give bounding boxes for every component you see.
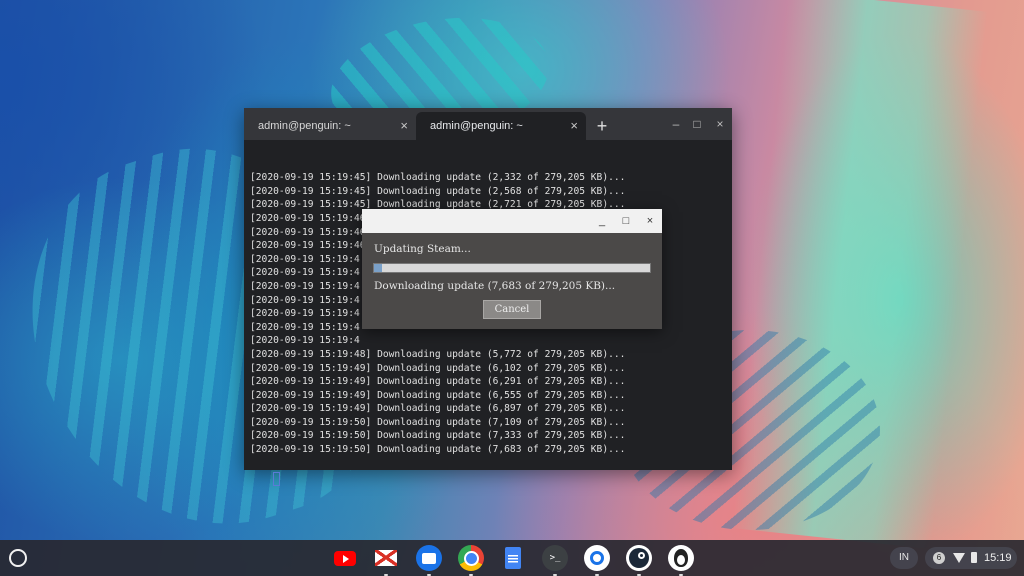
input-method-indicator[interactable]: IN [890,547,918,569]
update-progress-bar [373,263,651,273]
dialog-heading: Updating Steam... [374,243,471,255]
terminal-line: [2020-09-19 15:19:50] Downloading update… [250,416,626,428]
terminal-icon[interactable]: >_ [542,545,568,576]
steam-icon[interactable] [626,545,652,576]
dialog-status: Downloading update (7,683 of 279,205 KB)… [374,280,616,292]
clock: 15:19 [984,552,1012,564]
notification-count: 6 [933,552,945,564]
tab-label: admin@penguin: ~ [430,120,523,132]
close-button[interactable]: × [710,116,730,132]
dialog-minimize-button[interactable]: _ [594,213,610,229]
gmail-icon[interactable] [373,545,399,576]
launcher-button[interactable] [9,549,27,567]
dialog-body: Updating Steam... Downloading update (7,… [362,233,662,329]
status-tray[interactable]: 6 15:19 [925,547,1017,569]
terminal-line: [2020-09-19 15:19:45] Downloading update… [250,172,626,184]
cancel-button[interactable]: Cancel [483,300,541,319]
terminal-glyph: >_ [549,553,561,563]
new-tab-button[interactable]: + [592,112,612,140]
wallpaper-trunk [732,0,988,549]
terminal-line: [2020-09-19 15:19:49] Downloading update… [250,362,626,374]
youtube-icon[interactable] [332,545,358,571]
terminal-line: [2020-09-19 15:19:49] Downloading update… [250,389,626,401]
terminal-line: [2020-09-19 15:19:45] Downloading update… [250,185,626,197]
terminal-line: [2020-09-19 15:19:49] Downloading update… [250,403,626,415]
dialog-close-button[interactable]: × [642,213,658,229]
terminal-line: [2020-09-19 15:19:50] Downloading update… [250,430,626,442]
terminal-tab-bar: admin@penguin: ~ × admin@penguin: ~ × + … [244,108,732,140]
tab-label: admin@penguin: ~ [258,120,351,132]
maximize-button[interactable]: □ [687,116,707,132]
steam-update-dialog[interactable]: _ □ × Updating Steam... Downloading upda… [362,209,662,329]
terminal-line: [2020-09-19 15:19:50] Downloading update… [250,444,626,456]
terminal-cursor [273,472,281,487]
files-icon[interactable] [416,545,442,576]
terminal-tab[interactable]: admin@penguin: ~ × [244,112,416,140]
chrome-unboxed-icon[interactable] [584,545,610,576]
shelf: >_ IN 6 15:19 [0,540,1024,576]
tab-close-icon[interactable]: × [570,112,578,140]
dialog-maximize-button[interactable]: □ [618,213,634,229]
battery-icon [971,552,977,563]
chrome-icon[interactable] [458,545,484,576]
terminal-line: [2020-09-19 15:19:4 [250,335,360,347]
wifi-icon [953,553,965,563]
penguin-icon[interactable] [668,545,694,576]
docs-icon[interactable] [500,545,526,571]
progress-fill [374,264,382,272]
terminal-tab-active[interactable]: admin@penguin: ~ × [416,112,586,140]
tab-close-icon[interactable]: × [400,112,408,140]
terminal-line: [2020-09-19 15:19:49] Downloading update… [250,376,626,388]
dialog-titlebar[interactable]: _ □ × [362,209,662,233]
terminal-line: [2020-09-19 15:19:48] Downloading update… [250,348,626,360]
minimize-button[interactable]: – [666,116,686,132]
